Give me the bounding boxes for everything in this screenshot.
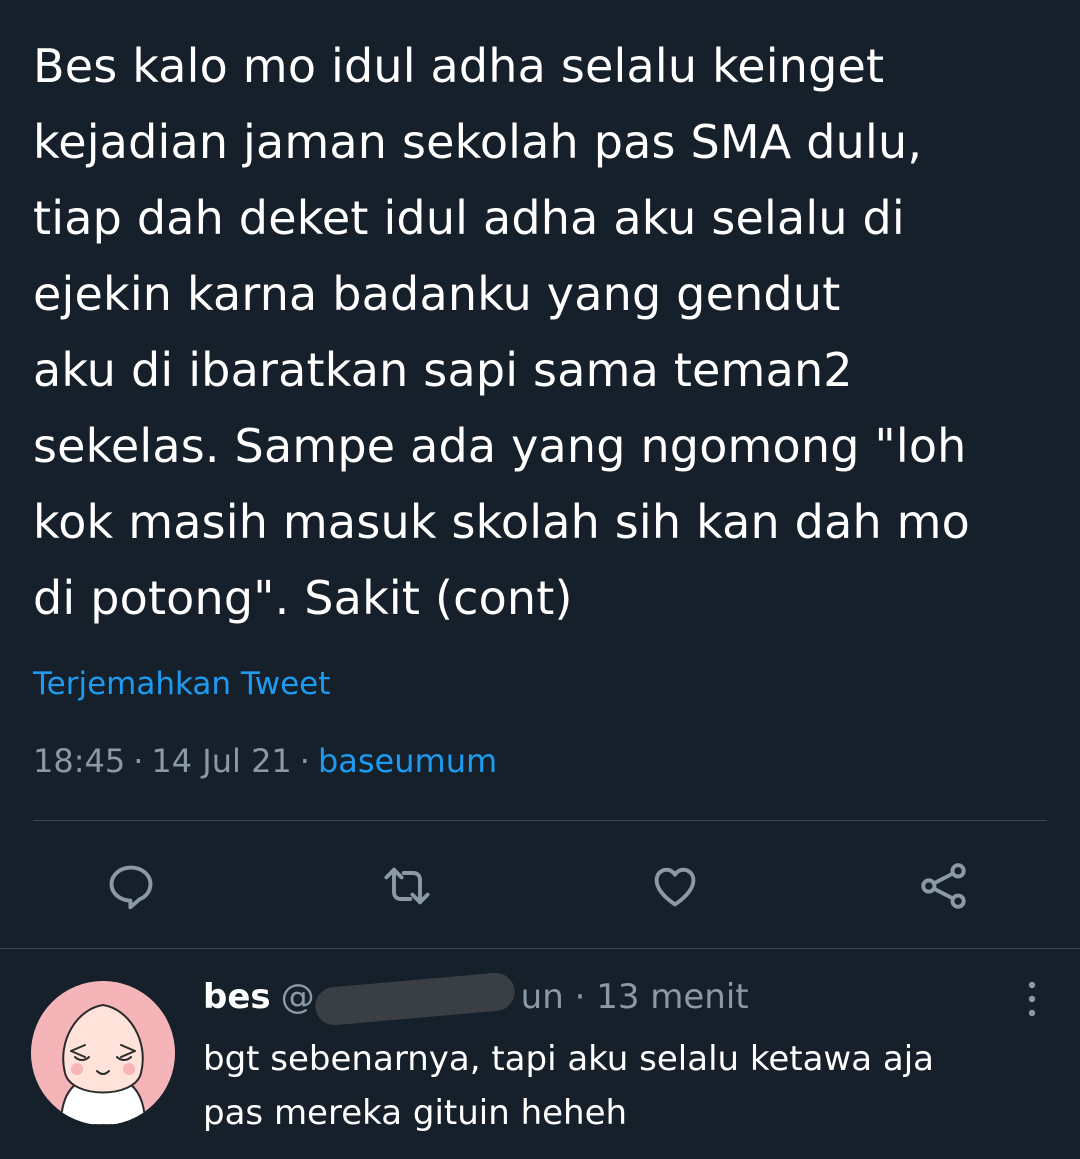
translate-tweet-link[interactable]: Terjemahkan Tweet — [33, 666, 330, 702]
reply-item[interactable]: bes @ un · 13 menit bgt sebenarnya, tapi a… — [0, 949, 1080, 1159]
share-button[interactable] — [916, 858, 972, 914]
reply-icon — [109, 865, 153, 910]
reply-handle-tail: un — [520, 977, 564, 1017]
more-vertical-icon[interactable] — [1024, 979, 1040, 1019]
retweet-button[interactable] — [379, 858, 435, 914]
reply-separator: · — [574, 977, 586, 1017]
tweet-text: Bes kalo mo idul adha selalu keinget kej… — [33, 39, 970, 625]
reply-time: 13 menit — [596, 977, 749, 1017]
avatar[interactable] — [31, 981, 175, 1125]
redaction-mark — [313, 970, 516, 1027]
reply-button[interactable] — [103, 858, 159, 914]
peach-avatar-icon — [31, 981, 175, 1125]
tweet-source-link[interactable]: baseumum — [318, 742, 497, 780]
reply-author-name[interactable]: bes — [203, 977, 271, 1017]
share-icon — [921, 863, 966, 909]
retweet-icon — [384, 867, 430, 905]
tweet-date: 14 Jul 21 — [151, 742, 292, 780]
reply-handle-prefix: @ — [280, 977, 315, 1017]
tweet-meta: 18:45 · 14 Jul 21 · baseumum — [33, 742, 497, 780]
like-button[interactable] — [647, 858, 703, 914]
reply-header: bes @ un · 13 menit — [203, 970, 749, 1027]
meta-separator: · — [133, 742, 144, 780]
heart-icon — [654, 867, 696, 907]
reply-text: bgt sebenarnya, tapi aku selalu ketawa a… — [203, 1039, 934, 1133]
divider — [33, 820, 1047, 821]
tweet-time: 18:45 — [33, 742, 126, 780]
meta-separator: · — [299, 742, 310, 780]
